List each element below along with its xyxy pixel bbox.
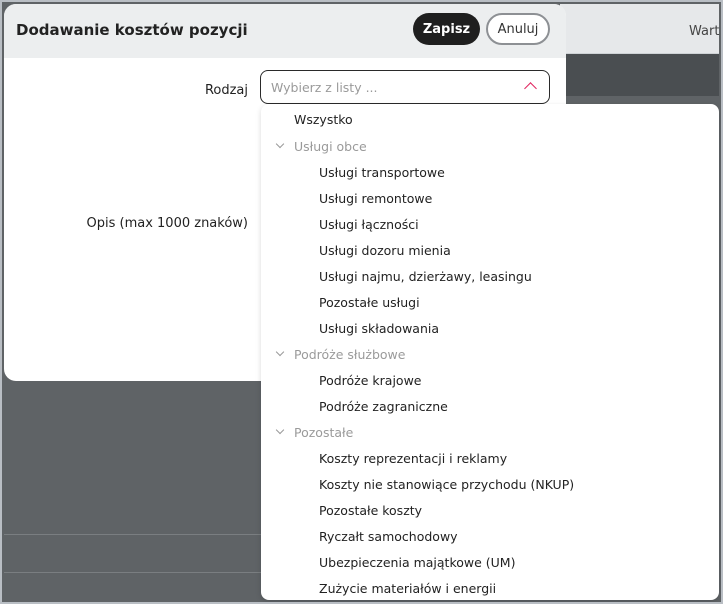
- option-item[interactable]: Usługi remontowe: [261, 185, 719, 211]
- option-item[interactable]: Usługi dozoru mienia: [261, 237, 719, 263]
- option-item[interactable]: Usługi składowania: [261, 315, 719, 341]
- option-group-label: Pozostałe: [294, 424, 354, 440]
- save-button[interactable]: Zapisz: [413, 13, 480, 45]
- chevron-down-icon[interactable]: [275, 347, 285, 357]
- option-group[interactable]: Pozostałe: [261, 419, 719, 445]
- option-group-label: Usługi obce: [294, 138, 367, 154]
- background-toolbar: [560, 54, 719, 96]
- dropdown-options: Wszystko Usługi obce Usługi transportowe U…: [261, 104, 719, 600]
- option-item[interactable]: Pozostałe usługi: [261, 289, 719, 315]
- option-item[interactable]: Usługi najmu, dzierżawy, leasingu: [261, 263, 719, 289]
- option-item[interactable]: Usługi łączności: [261, 211, 719, 237]
- opis-label: Opis (max 1000 znaków): [86, 216, 249, 231]
- chevron-down-icon[interactable]: [275, 425, 285, 435]
- option-all[interactable]: Wszystko: [261, 105, 719, 133]
- option-item[interactable]: Ubezpieczenia majątkowe (UM): [261, 549, 719, 575]
- option-item[interactable]: Zużycie materiałów i energii: [261, 575, 719, 600]
- option-item[interactable]: Ryczałt samochodowy: [261, 523, 719, 549]
- option-group[interactable]: Podróże służbowe: [261, 341, 719, 367]
- rodzaj-dropdown-list: Wszystko Usługi obce Usługi transportowe U…: [261, 104, 719, 600]
- modal-title: Dodawanie kosztów pozycji: [16, 21, 248, 39]
- cancel-button[interactable]: Anuluj: [486, 13, 550, 45]
- option-group-label: Podróże służbowe: [294, 346, 406, 362]
- option-item[interactable]: Podróże zagraniczne: [261, 393, 719, 419]
- rodzaj-placeholder: Wybierz z listy ...: [271, 80, 378, 95]
- option-item[interactable]: Koszty reprezentacji i reklamy: [261, 445, 719, 471]
- option-item[interactable]: Usługi transportowe: [261, 159, 719, 185]
- rodzaj-select[interactable]: Wybierz z listy ...: [260, 70, 550, 104]
- option-item[interactable]: Koszty nie stanowiące przychodu (NKUP): [261, 471, 719, 497]
- option-item[interactable]: Podróże krajowe: [261, 367, 719, 393]
- option-item[interactable]: Pozostałe koszty: [261, 497, 719, 523]
- option-group[interactable]: Usługi obce: [261, 133, 719, 159]
- chevron-up-icon[interactable]: [524, 82, 537, 95]
- rodzaj-label: Rodzaj: [204, 83, 248, 98]
- modal-header: Dodawanie kosztów pozycji Zapisz Anuluj: [4, 4, 566, 58]
- background-column-label: Wart: [689, 24, 720, 39]
- chevron-down-icon[interactable]: [275, 139, 285, 149]
